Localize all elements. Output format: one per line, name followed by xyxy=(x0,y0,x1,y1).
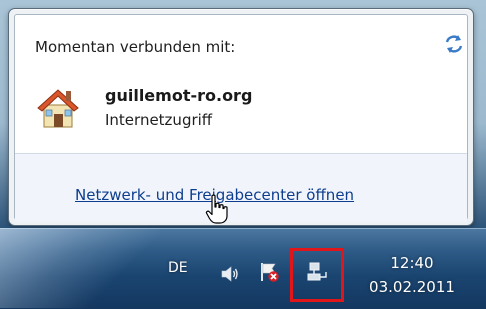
hand-pointer-icon xyxy=(205,194,228,224)
clock-time: 12:40 xyxy=(390,254,434,272)
network-name: guillemot-ro.org xyxy=(105,86,253,105)
speaker-icon[interactable] xyxy=(219,263,241,285)
system-clock[interactable]: 12:40 03.02.2011 xyxy=(356,251,468,299)
network-status: Internetzugriff xyxy=(105,111,213,129)
house-network-icon xyxy=(37,89,79,128)
refresh-icon[interactable] xyxy=(443,33,465,55)
clock-date: 03.02.2011 xyxy=(369,278,455,296)
language-indicator[interactable]: DE xyxy=(168,260,188,276)
action-center-flag-icon[interactable] xyxy=(258,261,280,283)
taskbar-glare xyxy=(0,228,160,308)
network-flyout: Momentan verbunden mit: guillemot-ro.org… xyxy=(8,8,474,226)
connected-heading: Momentan verbunden mit: xyxy=(35,38,236,56)
network-icon[interactable] xyxy=(306,261,328,283)
